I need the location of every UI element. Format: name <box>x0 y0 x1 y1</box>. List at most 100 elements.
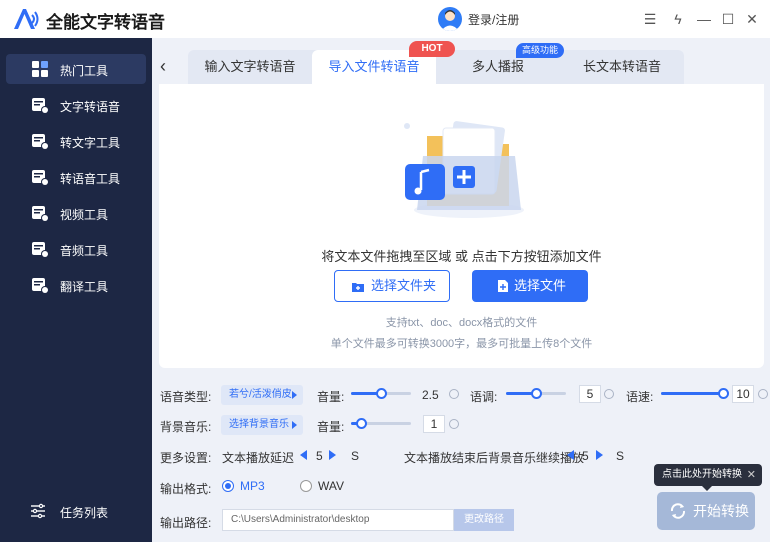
user-icon <box>441 10 459 31</box>
speed-value[interactable]: 10 <box>732 385 754 403</box>
choose-folder-label: 选择文件夹 <box>371 278 437 293</box>
dropdown-arrow-icon <box>292 421 297 429</box>
slider-handle[interactable] <box>376 388 387 399</box>
folder-add-icon <box>352 283 364 292</box>
hot-badge: HOT <box>409 41 455 57</box>
decrease-arrow-icon[interactable] <box>567 450 574 460</box>
slider-handle[interactable] <box>531 388 542 399</box>
grid-icon <box>32 61 48 77</box>
slider-handle[interactable] <box>718 388 729 399</box>
bgm-continue-value: 5 <box>582 449 589 463</box>
task-list-label: 任务列表 <box>60 506 109 520</box>
title-bar: 全能文字转语音 登录/注册 ☰ ϟ — ☐ ✕ <box>0 0 770 38</box>
voice-type-value: 若兮/活泼俏皮 <box>229 389 292 400</box>
sidebar-item-audio-tools[interactable]: 音频工具 <box>6 234 146 264</box>
tooltip-close-icon[interactable]: ✕ <box>747 464 756 486</box>
back-arrow-icon[interactable]: ‹ <box>160 56 180 76</box>
delay-unit: S <box>351 449 360 463</box>
start-tooltip: 点击此处开始转换 ✕ <box>654 464 762 491</box>
pitch-value[interactable]: 5 <box>579 385 601 403</box>
login-link[interactable]: 登录/注册 <box>468 11 519 28</box>
dropdown-arrow-icon <box>292 391 297 399</box>
volume-value[interactable]: 2.5 <box>422 388 439 402</box>
pitch-label: 语调: <box>470 390 498 404</box>
upload-limit: 单个文件最多可转换3000字，最多可批量上传8个文件 <box>330 338 593 350</box>
sidebar-item-hot-tools[interactable]: 热门工具 <box>6 54 146 84</box>
bgm-value: 选择背景音乐 <box>229 419 289 430</box>
sidebar-item-label: 文字转语音 <box>60 100 121 114</box>
voice-type-select[interactable]: 若兮/活泼俏皮 <box>221 385 303 405</box>
tool-icon <box>32 98 49 114</box>
output-path-label: 输出路径: <box>160 516 212 530</box>
sidebar-item-video-tools[interactable]: 视频工具 <box>6 198 146 228</box>
bgm-volume-value[interactable]: 1 <box>423 415 445 433</box>
output-path-input[interactable]: C:\Users\Administrator\desktop <box>222 509 454 531</box>
advanced-badge: 高级功能 <box>516 43 564 58</box>
reset-icon[interactable] <box>758 389 768 399</box>
supported-formats: 支持txt、doc、docx格式的文件 <box>385 317 538 329</box>
sidebar-item-label: 转文字工具 <box>60 136 121 150</box>
bgm-select[interactable]: 选择背景音乐 <box>221 415 303 435</box>
tool-icon <box>32 242 49 258</box>
start-convert-label: 开始转换 <box>693 503 749 519</box>
convert-icon <box>670 503 686 519</box>
reset-icon[interactable] <box>449 389 459 399</box>
sidebar-item-label: 转语音工具 <box>60 172 121 186</box>
reset-icon[interactable] <box>449 419 459 429</box>
change-path-button[interactable]: 更改路径 <box>454 509 514 531</box>
sidebar-item-to-text-tools[interactable]: 转文字工具 <box>6 126 146 156</box>
close-button[interactable]: ✕ <box>742 9 762 29</box>
task-list-button[interactable]: 任务列表 <box>30 500 130 524</box>
volume-label: 音量: <box>317 390 345 404</box>
delay-value: 5 <box>316 449 323 463</box>
volume-slider[interactable] <box>351 387 411 401</box>
file-add-icon <box>498 280 508 292</box>
format-label: 输出格式: <box>160 482 212 496</box>
app-logo-icon <box>14 9 39 29</box>
folder-music-illustration <box>404 121 524 218</box>
choose-file-button[interactable]: 选择文件 <box>472 270 588 302</box>
increase-arrow-icon[interactable] <box>596 450 603 460</box>
bgm-continue-unit: S <box>616 449 625 463</box>
user-avatar[interactable] <box>438 7 462 31</box>
sidebar-item-translate-tools[interactable]: 翻译工具 <box>6 270 146 300</box>
tool-icon <box>32 134 49 150</box>
file-drop-zone[interactable]: 将文本文件拖拽至区域 或 点击下方按钮添加文件 选择文件夹 选择文件 支持txt… <box>159 84 764 368</box>
decrease-arrow-icon[interactable] <box>300 450 307 460</box>
app-title: 全能文字转语音 <box>46 13 165 32</box>
increase-arrow-icon[interactable] <box>329 450 336 460</box>
tab-long-text[interactable]: 长文本转语音 <box>560 50 684 84</box>
maximize-button[interactable]: ☐ <box>718 9 738 29</box>
sidebar-item-label: 热门工具 <box>60 64 109 78</box>
sidebar-item-text-to-speech[interactable]: 文字转语音 <box>6 90 146 120</box>
format-wav-label[interactable]: WAV <box>318 479 344 493</box>
bgm-volume-label: 音量: <box>317 420 345 434</box>
bgm-label: 背景音乐: <box>160 420 212 434</box>
sidebar-item-label: 视频工具 <box>60 208 109 222</box>
bgm-volume-slider[interactable] <box>351 417 411 431</box>
delay-label: 文本播放延迟 <box>222 451 295 465</box>
main-content: ‹ 输入文字转语音 导入文件转语音 多人播报 长文本转语音 HOT 高级功能 将… <box>152 38 770 542</box>
reset-icon[interactable] <box>604 389 614 399</box>
tool-icon <box>32 278 49 294</box>
skin-icon[interactable]: ϟ <box>668 9 688 29</box>
speed-slider[interactable] <box>661 387 729 401</box>
more-settings-label: 更多设置: <box>160 451 212 465</box>
pitch-slider[interactable] <box>506 387 566 401</box>
tab-input-text[interactable]: 输入文字转语音 <box>188 50 312 84</box>
voice-type-label: 语音类型: <box>160 390 212 404</box>
sidebar-item-to-speech-tools[interactable]: 转语音工具 <box>6 162 146 192</box>
format-wav-radio[interactable] <box>300 480 312 492</box>
format-mp3-radio[interactable] <box>222 480 234 492</box>
start-tooltip-text: 点击此处开始转换 <box>662 469 742 480</box>
start-convert-button[interactable]: 开始转换 <box>657 492 755 530</box>
sidebar-item-label: 音频工具 <box>60 244 109 258</box>
bgm-continue-label: 文本播放结束后背景音乐继续播放 <box>404 451 585 465</box>
task-list-icon <box>31 503 45 519</box>
minimize-button[interactable]: — <box>694 9 714 29</box>
choose-folder-button[interactable]: 选择文件夹 <box>334 270 450 302</box>
slider-handle[interactable] <box>356 418 367 429</box>
menu-icon[interactable]: ☰ <box>640 9 660 29</box>
drop-instruction: 将文本文件拖拽至区域 或 点击下方按钮添加文件 <box>321 249 602 264</box>
format-mp3-label[interactable]: MP3 <box>240 479 265 493</box>
